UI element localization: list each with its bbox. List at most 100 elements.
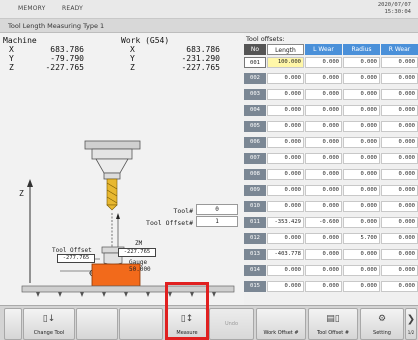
- table-row[interactable]: 002 0.000 0.000 0.000 0.000: [244, 73, 418, 85]
- undo-button[interactable]: Undo: [209, 308, 254, 340]
- cell-length[interactable]: 0.000: [267, 121, 304, 132]
- table-row[interactable]: 007 0.000 0.000 0.000 0.000: [244, 153, 418, 165]
- cell-lwear[interactable]: 0.000: [305, 57, 342, 68]
- cell-rwear[interactable]: 0.000: [381, 281, 418, 292]
- cell-lwear[interactable]: 0.000: [305, 89, 342, 100]
- cell-radius[interactable]: 0.000: [343, 153, 380, 164]
- row-number[interactable]: 002: [244, 73, 266, 84]
- row-number[interactable]: 007: [244, 153, 266, 164]
- cell-rwear[interactable]: 0.000: [381, 73, 418, 84]
- cell-length[interactable]: 0.000: [267, 233, 304, 244]
- row-number[interactable]: 013: [244, 249, 266, 260]
- cell-rwear[interactable]: 0.000: [381, 217, 418, 228]
- row-number[interactable]: 006: [244, 137, 266, 148]
- table-row[interactable]: 013 -403.778 0.000 0.000 0.000: [244, 249, 418, 261]
- change-tool-button[interactable]: ▯↓ Change Tool: [23, 308, 75, 340]
- cell-length[interactable]: 100.000: [267, 57, 304, 68]
- cell-length[interactable]: 0.000: [267, 73, 304, 84]
- row-number[interactable]: 012: [244, 233, 266, 244]
- tool-number-field[interactable]: 0: [196, 204, 238, 215]
- cell-radius[interactable]: 0.000: [343, 137, 380, 148]
- table-row[interactable]: 005 0.000 0.000 0.000 0.000: [244, 121, 418, 133]
- cell-rwear[interactable]: 0.000: [381, 105, 418, 116]
- cell-radius[interactable]: 0.000: [343, 105, 380, 116]
- cell-length[interactable]: 0.000: [267, 169, 304, 180]
- cell-length[interactable]: -403.778: [267, 249, 304, 260]
- row-number[interactable]: 005: [244, 121, 266, 132]
- table-row[interactable]: 004 0.000 0.000 0.000 0.000: [244, 105, 418, 117]
- cell-length[interactable]: 0.000: [267, 201, 304, 212]
- cell-length[interactable]: 0.000: [267, 137, 304, 148]
- cell-rwear[interactable]: 0.000: [381, 265, 418, 276]
- setting-button[interactable]: ⚙ Setting: [360, 308, 404, 340]
- table-row[interactable]: 011 -353.429 -0.600 0.000 0.000: [244, 217, 418, 229]
- cell-radius[interactable]: 0.000: [343, 73, 380, 84]
- cell-lwear[interactable]: 0.000: [305, 265, 342, 276]
- row-number[interactable]: 008: [244, 169, 266, 180]
- cell-lwear[interactable]: 0.000: [305, 281, 342, 292]
- toolbar-blank-3[interactable]: [119, 308, 163, 340]
- col-header-radius[interactable]: Radius: [343, 44, 380, 55]
- work-offset-button[interactable]: Work Offset #: [256, 308, 306, 340]
- cell-lwear[interactable]: 0.000: [305, 201, 342, 212]
- cell-length[interactable]: 0.000: [267, 185, 304, 196]
- col-header-rwear[interactable]: R Wear: [381, 44, 418, 55]
- cell-lwear[interactable]: 0.000: [305, 153, 342, 164]
- cell-lwear[interactable]: 0.000: [305, 137, 342, 148]
- cell-radius[interactable]: 0.000: [343, 201, 380, 212]
- cell-radius[interactable]: 0.000: [343, 249, 380, 260]
- cell-lwear[interactable]: 0.000: [305, 105, 342, 116]
- col-header-length[interactable]: Length: [267, 44, 304, 55]
- cell-radius[interactable]: 0.000: [343, 89, 380, 100]
- cell-rwear[interactable]: 0.000: [381, 185, 418, 196]
- col-header-lwear[interactable]: L Wear: [305, 44, 342, 55]
- table-row[interactable]: 012 0.000 0.000 5.700 0.000: [244, 233, 418, 245]
- table-row[interactable]: 003 0.000 0.000 0.000 0.000: [244, 89, 418, 101]
- cell-length[interactable]: 0.000: [267, 265, 304, 276]
- row-number[interactable]: 011: [244, 217, 266, 228]
- cell-rwear[interactable]: 0.000: [381, 57, 418, 68]
- cell-lwear[interactable]: -0.600: [305, 217, 342, 228]
- cell-rwear[interactable]: 0.000: [381, 121, 418, 132]
- row-number[interactable]: 014: [244, 265, 266, 276]
- cell-length[interactable]: 0.000: [267, 153, 304, 164]
- cell-rwear[interactable]: 0.000: [381, 233, 418, 244]
- table-row[interactable]: 001 100.000 0.000 0.000 0.000: [244, 57, 418, 69]
- cell-rwear[interactable]: 0.000: [381, 249, 418, 260]
- table-row[interactable]: 010 0.000 0.000 0.000 0.000: [244, 201, 418, 213]
- row-number[interactable]: 001: [244, 57, 266, 68]
- tool-offset-button[interactable]: ▤▯ Tool Offset #: [308, 308, 358, 340]
- cell-lwear[interactable]: 0.000: [305, 233, 342, 244]
- cell-length[interactable]: 0.000: [267, 105, 304, 116]
- cell-lwear[interactable]: 0.000: [305, 249, 342, 260]
- cell-lwear[interactable]: 0.000: [305, 73, 342, 84]
- cell-rwear[interactable]: 0.000: [381, 201, 418, 212]
- cell-radius[interactable]: 0.000: [343, 265, 380, 276]
- row-number[interactable]: 010: [244, 201, 266, 212]
- row-number[interactable]: 004: [244, 105, 266, 116]
- tool-offset-number-field[interactable]: 1: [196, 216, 238, 227]
- toolbar-blank-2[interactable]: [76, 308, 118, 340]
- next-page-button[interactable]: ❯ 1/2: [405, 308, 417, 340]
- cell-radius[interactable]: 0.000: [343, 217, 380, 228]
- table-row[interactable]: 014 0.000 0.000 0.000 0.000: [244, 265, 418, 277]
- cell-radius[interactable]: 0.000: [343, 281, 380, 292]
- row-number[interactable]: 003: [244, 89, 266, 100]
- cell-lwear[interactable]: 0.000: [305, 185, 342, 196]
- cell-length[interactable]: -353.429: [267, 217, 304, 228]
- cell-radius[interactable]: 0.000: [343, 121, 380, 132]
- cell-radius[interactable]: 0.000: [343, 169, 380, 180]
- cell-lwear[interactable]: 0.000: [305, 169, 342, 180]
- table-row[interactable]: 006 0.000 0.000 0.000 0.000: [244, 137, 418, 149]
- row-number[interactable]: 015: [244, 281, 266, 292]
- row-number[interactable]: 009: [244, 185, 266, 196]
- cell-radius[interactable]: 0.000: [343, 57, 380, 68]
- cell-rwear[interactable]: 0.000: [381, 169, 418, 180]
- table-row[interactable]: 015 0.000 0.000 0.000 0.000: [244, 281, 418, 293]
- cell-radius[interactable]: 0.000: [343, 185, 380, 196]
- cell-rwear[interactable]: 0.000: [381, 137, 418, 148]
- toolbar-blank-left[interactable]: [4, 308, 22, 340]
- cell-rwear[interactable]: 0.000: [381, 89, 418, 100]
- cell-lwear[interactable]: 0.000: [305, 121, 342, 132]
- cell-radius[interactable]: 5.700: [343, 233, 380, 244]
